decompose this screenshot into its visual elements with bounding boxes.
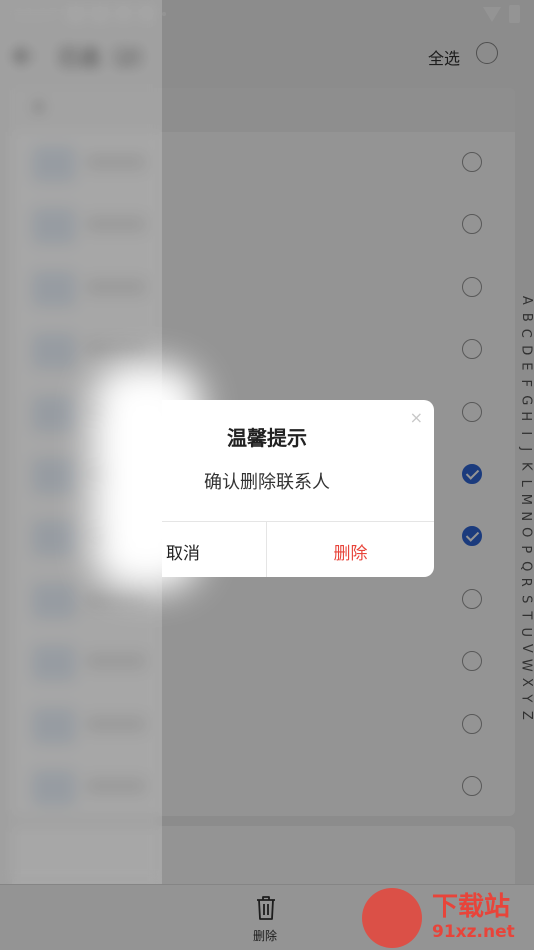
- delete-confirm-button[interactable]: 删除: [267, 522, 434, 577]
- close-icon[interactable]: ×: [410, 408, 423, 427]
- dialog-message: 确认删除联系人: [204, 472, 330, 493]
- confirm-dialog: × 温馨提示 确认删除联系人 取消 删除: [162, 400, 434, 577]
- watermark-brand: 下载站: [432, 892, 511, 922]
- dialog-title: 温馨提示: [227, 426, 307, 450]
- delete-confirm-label: 删除: [333, 544, 368, 564]
- cancel-button[interactable]: 取消: [162, 522, 267, 577]
- watermark-url: 91xz.net: [432, 922, 515, 942]
- watermark-logo: 下载站 91xz.net: [362, 884, 534, 950]
- cancel-label: 取消: [166, 544, 200, 564]
- dialog-actions: 取消 删除: [162, 521, 434, 577]
- watermark-emblem-icon: [362, 888, 422, 948]
